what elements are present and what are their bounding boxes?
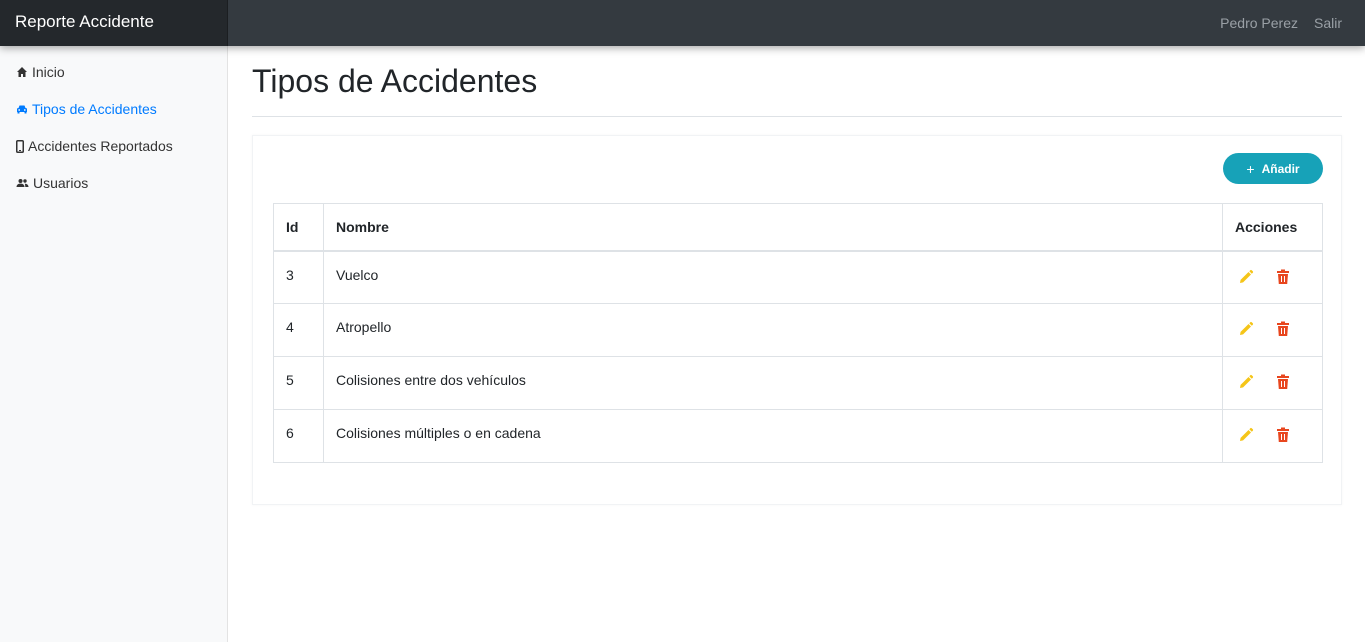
sidebar: Inicio Tipos de Accidentes Accidentes Re… xyxy=(0,46,228,642)
cell-nombre: Colisiones entre dos vehículos xyxy=(323,356,1223,410)
cell-nombre: Vuelco xyxy=(323,250,1223,304)
users-icon xyxy=(16,177,29,189)
table-row: 3 Vuelco xyxy=(273,250,1323,304)
sidebar-item-label: Tipos de Accidentes xyxy=(32,101,157,117)
user-name-link[interactable]: Pedro Perez xyxy=(1220,15,1298,31)
column-header-acciones: Acciones xyxy=(1222,203,1323,252)
cell-nombre: Colisiones múltiples o en cadena xyxy=(323,409,1223,463)
table-row: 6 Colisiones múltiples o en cadena xyxy=(273,409,1323,463)
car-icon xyxy=(16,103,28,115)
brand-title[interactable]: Reporte Accidente xyxy=(0,0,228,46)
home-icon xyxy=(16,66,28,78)
sidebar-item-label: Accidentes Reportados xyxy=(28,138,173,154)
add-button-label: Añadir xyxy=(1261,161,1300,176)
edit-icon[interactable] xyxy=(1238,269,1254,288)
plus-icon: + xyxy=(1246,160,1255,177)
cell-actions xyxy=(1222,409,1323,463)
cell-actions xyxy=(1222,303,1323,357)
mobile-icon xyxy=(16,139,24,153)
cell-actions xyxy=(1222,250,1323,304)
edit-icon[interactable] xyxy=(1238,374,1254,393)
sidebar-item-tipos-de-accidentes[interactable]: Tipos de Accidentes xyxy=(16,101,157,117)
logout-link[interactable]: Salir xyxy=(1314,15,1342,31)
edit-icon[interactable] xyxy=(1238,427,1254,446)
sidebar-item-label: Usuarios xyxy=(33,175,89,191)
trash-icon[interactable] xyxy=(1276,269,1290,288)
sidebar-item-usuarios[interactable]: Usuarios xyxy=(16,175,88,191)
title-divider xyxy=(252,116,1342,117)
cell-id: 6 xyxy=(273,409,324,463)
table-row: 5 Colisiones entre dos vehículos xyxy=(273,356,1323,410)
sidebar-item-inicio[interactable]: Inicio xyxy=(16,64,65,80)
page-title: Tipos de Accidentes xyxy=(252,63,538,99)
top-navbar: Reporte Accidente Pedro Perez Salir xyxy=(0,0,1365,46)
navbar-user-area: Pedro Perez Salir xyxy=(1220,0,1342,46)
cell-id: 5 xyxy=(273,356,324,410)
cell-id: 3 xyxy=(273,250,324,304)
column-header-nombre: Nombre xyxy=(323,203,1223,252)
content-card: + Añadir Id Nombre Acciones 3 Vuelco 4 A… xyxy=(252,135,1342,505)
cell-id: 4 xyxy=(273,303,324,357)
trash-icon[interactable] xyxy=(1276,374,1290,393)
accident-types-table: Id Nombre Acciones 3 Vuelco 4 Atropello … xyxy=(273,203,1323,463)
cell-nombre: Atropello xyxy=(323,303,1223,357)
sidebar-item-label: Inicio xyxy=(32,64,65,80)
sidebar-item-accidentes-reportados[interactable]: Accidentes Reportados xyxy=(16,138,173,154)
add-button[interactable]: + Añadir xyxy=(1223,153,1323,184)
column-header-id: Id xyxy=(273,203,324,252)
trash-icon[interactable] xyxy=(1276,427,1290,446)
cell-actions xyxy=(1222,356,1323,410)
trash-icon[interactable] xyxy=(1276,321,1290,340)
table-row: 4 Atropello xyxy=(273,303,1323,357)
edit-icon[interactable] xyxy=(1238,321,1254,340)
table-header-row: Id Nombre Acciones xyxy=(273,203,1323,252)
